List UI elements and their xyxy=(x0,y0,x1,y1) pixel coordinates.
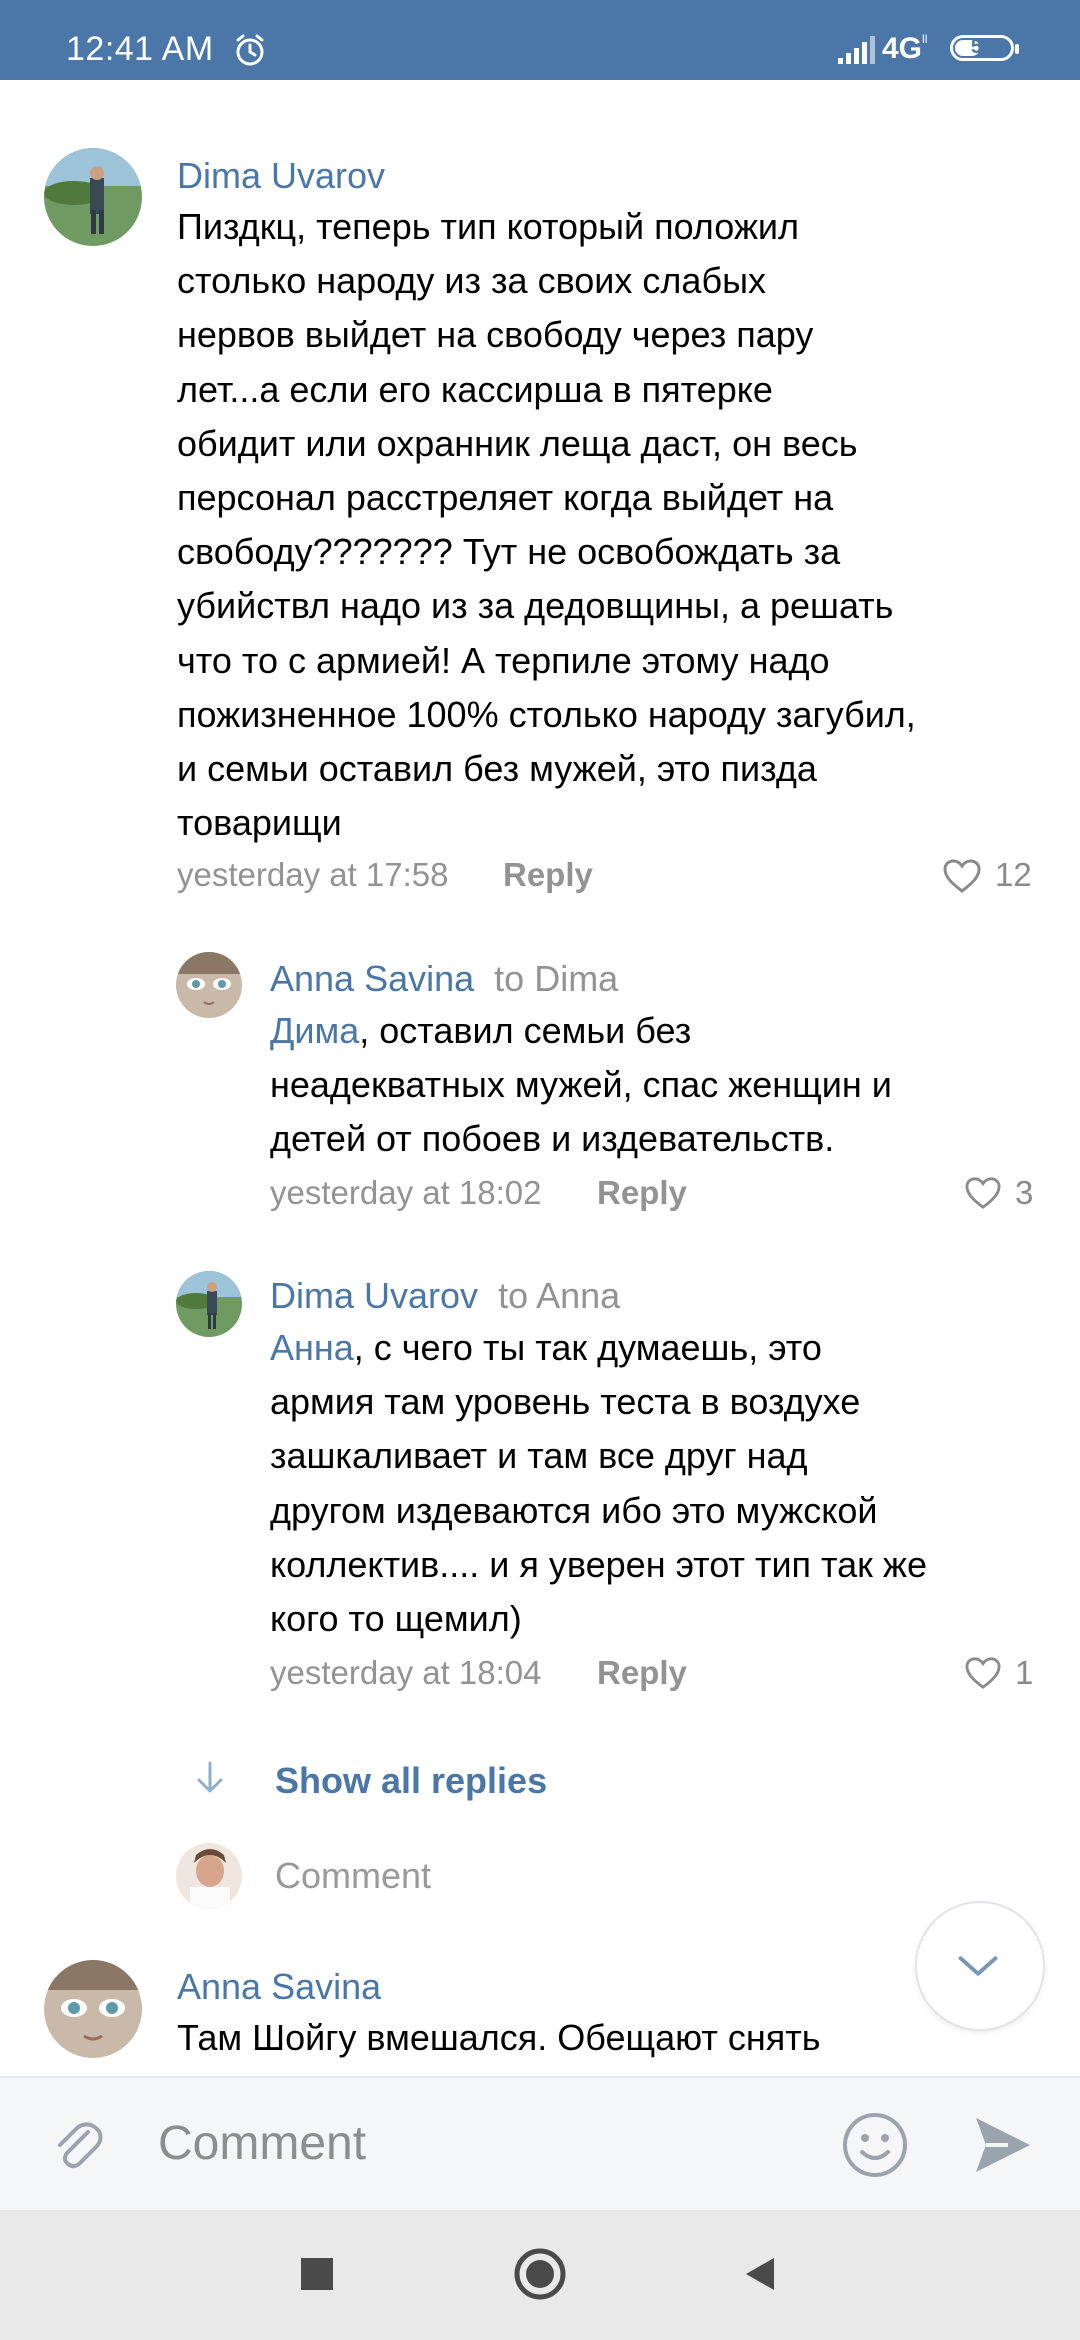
system-navigation-bar xyxy=(0,2210,1080,2340)
comment-text: Там Шойгу вмешался. Обещают снять xyxy=(177,2017,821,2058)
avatar[interactable] xyxy=(176,1271,242,1337)
avatar[interactable] xyxy=(44,1960,142,2058)
network-type: 4Gll xyxy=(882,32,928,65)
heart-icon[interactable] xyxy=(964,1656,1002,1690)
show-all-replies-link[interactable]: Show all replies xyxy=(275,1760,547,1802)
scroll-down-button[interactable] xyxy=(915,1901,1045,2031)
heart-icon[interactable] xyxy=(964,1176,1002,1210)
reply-text: Дима, оставил семьи без неадекватных муж… xyxy=(270,1010,892,1160)
home-icon[interactable] xyxy=(512,2246,568,2302)
avatar[interactable] xyxy=(176,952,242,1018)
reply-to: to Dima xyxy=(494,958,619,999)
reply-text: Анна, с чего ты так думаешь, это армия т… xyxy=(270,1327,928,1640)
comment-author[interactable]: Dima Uvarov xyxy=(177,155,385,197)
status-time: 12:41 AM xyxy=(66,30,214,68)
reply-author[interactable]: Anna Savina to Dima xyxy=(270,958,618,1000)
send-icon[interactable] xyxy=(968,2110,1038,2180)
mention-link[interactable]: Дима xyxy=(270,1010,359,1051)
like-count: 3 xyxy=(1015,1174,1034,1211)
reply-button[interactable]: Reply xyxy=(597,1174,687,1212)
reply-to: to Anna xyxy=(498,1275,621,1316)
status-bar: 12:41 AM 4Gll 50 xyxy=(0,0,1080,80)
battery-icon: 50 xyxy=(950,35,1019,61)
avatar xyxy=(176,1843,242,1909)
paperclip-icon[interactable] xyxy=(48,2114,108,2174)
back-icon[interactable] xyxy=(740,2254,780,2294)
recent-apps-icon[interactable] xyxy=(297,2254,337,2294)
like-count: 12 xyxy=(995,856,1032,893)
arrow-down-icon[interactable] xyxy=(190,1758,230,1798)
mention-link[interactable]: Анна xyxy=(270,1327,354,1368)
signal-icon xyxy=(838,36,875,64)
comment-author[interactable]: Anna Savina xyxy=(177,1966,381,2008)
comment-input[interactable]: Comment xyxy=(158,2116,366,2171)
alarm-icon xyxy=(236,34,264,66)
comment-timestamp: yesterday at 17:58 xyxy=(177,856,449,893)
inline-comment-input[interactable]: Comment xyxy=(275,1855,431,1897)
chevron-down-icon xyxy=(958,1956,998,1976)
heart-icon[interactable] xyxy=(942,858,982,894)
battery-level: 50 xyxy=(970,36,994,58)
reply-button[interactable]: Reply xyxy=(597,1654,687,1692)
avatar[interactable] xyxy=(44,148,142,246)
reply-timestamp: yesterday at 18:04 xyxy=(270,1654,542,1691)
comment-text: Пиздкц, теперь тип который положил столь… xyxy=(177,206,916,844)
reply-author[interactable]: Dima Uvarov to Anna xyxy=(270,1275,620,1317)
reply-timestamp: yesterday at 18:02 xyxy=(270,1174,542,1211)
reply-button[interactable]: Reply xyxy=(503,856,593,894)
like-count: 1 xyxy=(1015,1654,1034,1691)
comment-composer: Comment xyxy=(0,2076,1080,2212)
smile-icon[interactable] xyxy=(840,2110,910,2180)
